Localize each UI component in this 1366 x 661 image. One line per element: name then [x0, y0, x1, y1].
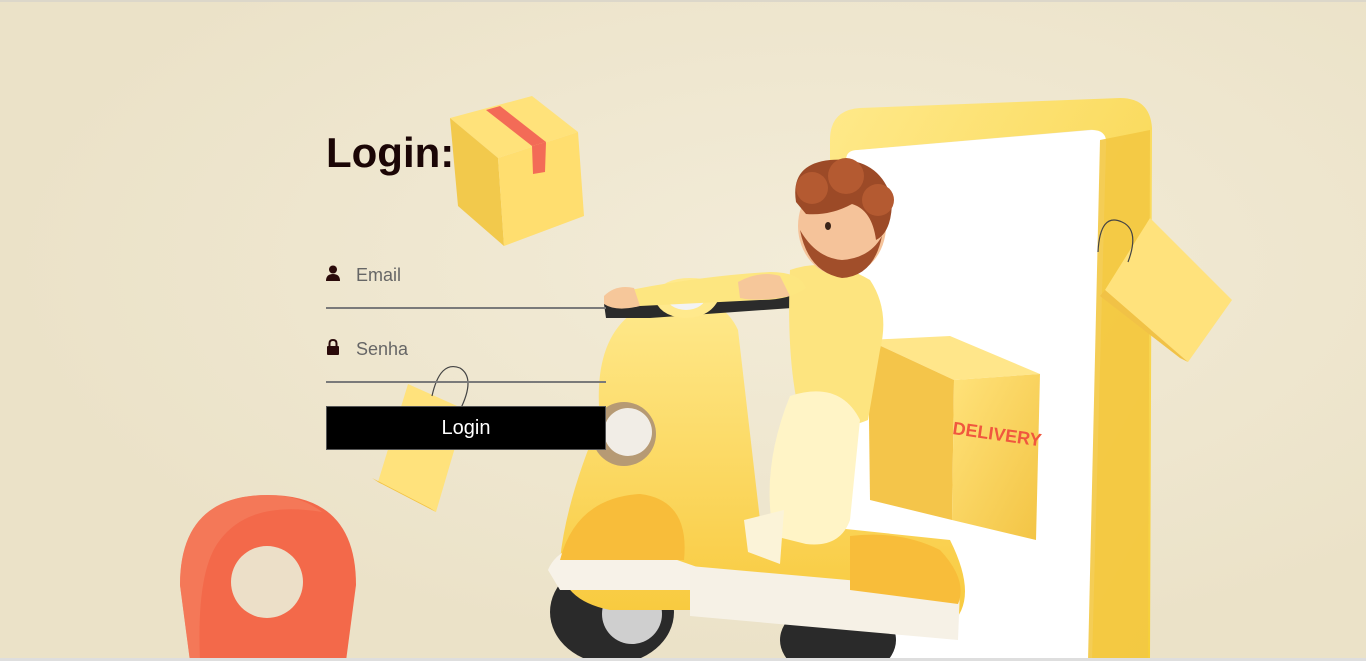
email-field-wrapper: [326, 261, 606, 309]
delivery-illustration: DELIVERY: [0, 2, 1366, 661]
email-input[interactable]: [356, 261, 596, 289]
login-button[interactable]: Login: [326, 406, 606, 450]
page-title: Login:: [326, 129, 455, 176]
location-pin-graphic: [180, 495, 356, 661]
password-input[interactable]: [356, 335, 596, 363]
user-icon: [326, 265, 340, 281]
lock-icon: [327, 339, 339, 355]
password-field-wrapper: [326, 335, 606, 383]
